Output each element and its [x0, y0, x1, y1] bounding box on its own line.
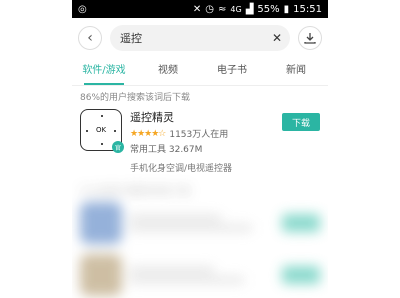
- section-hint: 86%的用户搜索该词后下载: [80, 93, 191, 103]
- app-info: 遥控精灵 ★★★★☆ 1153万人在用 常用工具 32.67M 手机化身空调/电…: [130, 109, 282, 174]
- battery-icon: ▮: [283, 3, 290, 15]
- clock: 15:51: [293, 3, 322, 15]
- search-header: ‹ 遥控 ✕: [72, 18, 328, 58]
- signal-icon: ▟: [245, 3, 254, 15]
- tab-ebook[interactable]: 电子书: [200, 58, 264, 85]
- placeholder-line: [130, 215, 222, 221]
- placeholder-line: [130, 267, 214, 273]
- phone-screen: ◎ ✕ ◷ ≈ 4G ▟ 55% ▮ 15:51 ‹ 遥控 ✕ 软件/游戏 视频…: [72, 0, 328, 298]
- search-query: 遥控: [120, 32, 142, 45]
- app-result-card[interactable]: OK 官 遥控精灵 ★★★★☆ 1153万人在用 常用工具 32.67M 手机化…: [72, 103, 328, 180]
- app-name: 遥控精灵: [130, 111, 174, 124]
- blurred-download-button[interactable]: [282, 266, 320, 284]
- clear-icon[interactable]: ✕: [272, 31, 282, 45]
- dot-icon: [86, 130, 88, 132]
- dot-icon: [101, 143, 103, 145]
- rating-row: ★★★★☆ 1153万人在用: [130, 127, 282, 141]
- tab-video[interactable]: 视频: [136, 58, 200, 85]
- tab-software-games[interactable]: 软件/游戏: [72, 58, 136, 85]
- status-right: ✕ ◷ ≈ 4G ▟ 55% ▮ 15:51: [193, 4, 322, 15]
- download-icon: [304, 33, 316, 44]
- chevron-left-icon: ‹: [87, 30, 93, 46]
- blurred-app-text: [130, 211, 282, 235]
- battery-percent: 55%: [257, 3, 280, 15]
- tab-news[interactable]: 新闻: [264, 58, 328, 85]
- blurred-app-card[interactable]: [80, 249, 320, 298]
- blurred-app-text: [130, 263, 282, 287]
- placeholder-line: [130, 225, 252, 231]
- wifi-icon: ≈: [218, 3, 227, 15]
- blurred-app-card[interactable]: [80, 197, 320, 249]
- back-button[interactable]: ‹: [78, 26, 102, 50]
- blurred-section-hint: 51%的用户搜索该词后下载: [80, 187, 191, 197]
- official-badge-icon: 官: [112, 141, 124, 153]
- mute-icon: ✕: [192, 3, 202, 15]
- notification-icon: ◎: [78, 3, 87, 15]
- app-description: 手机化身空调/电视遥控器: [130, 164, 233, 174]
- network-label: 4G: [230, 4, 242, 14]
- right-backdrop: [328, 0, 400, 298]
- status-bar: ◎ ✕ ◷ ≈ 4G ▟ 55% ▮ 15:51: [72, 0, 328, 18]
- search-input[interactable]: 遥控 ✕: [110, 25, 290, 51]
- download-button[interactable]: 下载: [282, 113, 320, 131]
- left-backdrop: [0, 0, 72, 298]
- dot-icon: [114, 130, 116, 132]
- blurred-app-icon: [80, 202, 122, 244]
- blurred-results: 51%的用户搜索该词后下载: [72, 180, 328, 298]
- star-rating-icon: ★★★★☆: [130, 128, 166, 139]
- blurred-download-button[interactable]: [282, 214, 320, 232]
- blurred-app-icon: [80, 254, 122, 296]
- app-meta: 常用工具 32.67M: [130, 145, 203, 155]
- placeholder-line: [130, 277, 244, 283]
- download-manager-button[interactable]: [298, 26, 322, 50]
- dot-icon: [101, 115, 103, 117]
- install-count: 1153万人在用: [169, 130, 229, 140]
- remote-control-app-icon[interactable]: OK 官: [80, 109, 124, 153]
- app-icon-text: OK: [95, 126, 107, 134]
- category-tabs: 软件/游戏 视频 电子书 新闻: [72, 58, 328, 86]
- alarm-icon: ◷: [205, 3, 215, 15]
